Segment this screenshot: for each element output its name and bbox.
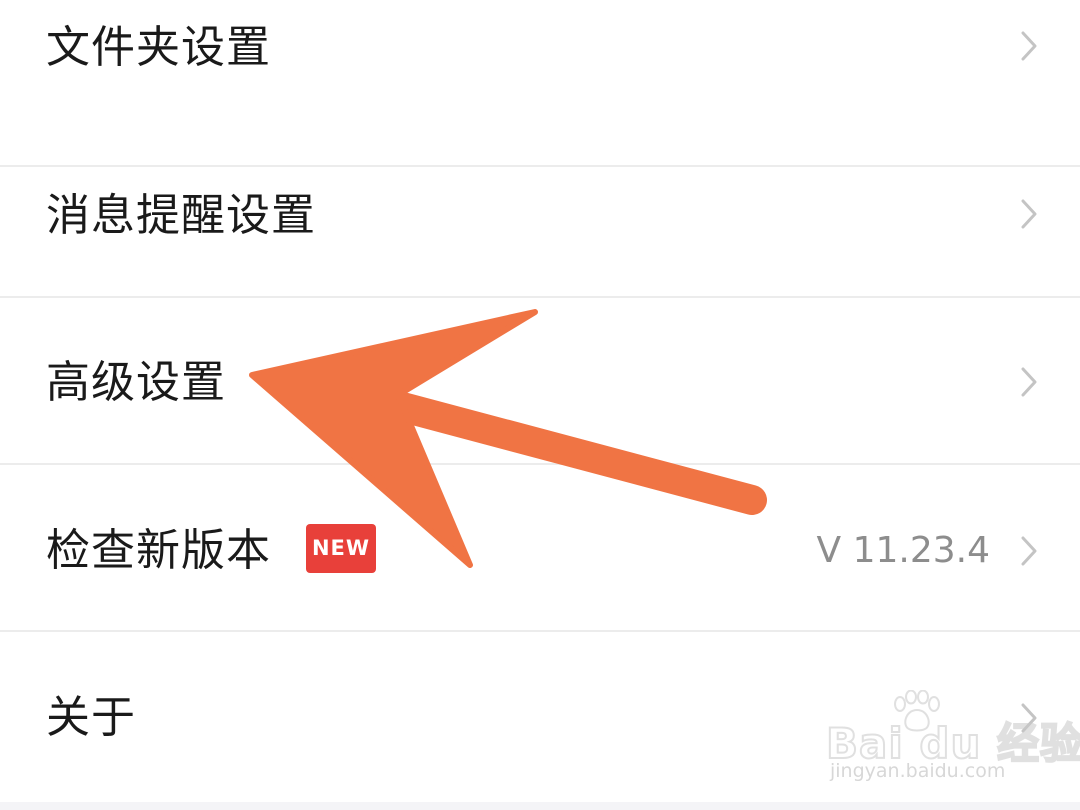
chevron-right-icon [1021,536,1037,566]
baidu-jingyan-watermark: Bai du 经验 jingyan.baidu.com [825,690,1080,790]
settings-row-message-reminder[interactable]: 消息提醒设置 [0,131,1080,298]
settings-row-label: 关于 [46,692,136,743]
settings-row-label: 高级设置 [46,357,226,408]
new-badge: NEW [306,524,376,573]
watermark-url: jingyan.baidu.com [830,760,1006,782]
settings-list: 文件夹设置 消息提醒设置 高级设置 检查新版本 关于 [0,0,1080,802]
version-number: V 11.23.4 [816,530,990,571]
chevron-right-icon [1021,31,1037,61]
chevron-right-icon [1021,367,1037,397]
settings-row-advanced[interactable]: 高级设置 [0,298,1080,465]
chevron-right-icon [1021,199,1037,229]
settings-row-label: 文件夹设置 [46,22,271,73]
settings-row-label: 消息提醒设置 [46,190,316,241]
settings-row-label: 检查新版本 [46,525,271,576]
